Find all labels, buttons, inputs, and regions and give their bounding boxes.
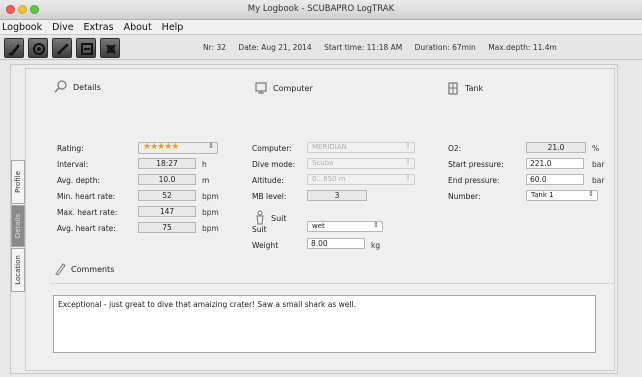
settings-icon	[106, 44, 116, 54]
dive-computer-icon	[33, 43, 45, 55]
avg-depth-unit: m	[202, 176, 210, 185]
updown-icon: ⇕	[405, 174, 411, 182]
end-pressure-unit: bar	[592, 176, 605, 185]
start-pressure-input[interactable]: 221.0	[526, 158, 584, 169]
menu-about[interactable]: About	[124, 22, 152, 33]
o2-unit: %	[592, 144, 600, 153]
dive-max-depth: Max.depth: 11.4m	[488, 43, 557, 52]
download-icon	[81, 43, 93, 55]
app-window: My Logbook - SCUBAPRO LogTRAK Logbook Di…	[0, 0, 642, 377]
weight-label: Weight	[252, 241, 279, 250]
tank-icon	[448, 82, 458, 95]
updown-icon: ⇕	[405, 142, 411, 150]
updown-icon: ⇕	[208, 142, 214, 150]
avg-depth-label: Avg. depth:	[57, 176, 101, 185]
edit-button[interactable]	[52, 38, 72, 58]
updown-icon: ⇕	[373, 221, 379, 229]
details-header: Details	[54, 80, 101, 94]
max-hr-label: Max. heart rate:	[57, 208, 118, 217]
weight-unit: kg	[371, 241, 381, 250]
dive-computer-button[interactable]	[28, 38, 48, 58]
dive-summary: Nr: 32 Date: Aug 21, 2014 Start time: 11…	[203, 43, 567, 52]
comments-textarea[interactable]: Exceptional - just great to dive that am…	[53, 295, 596, 353]
menu-extras[interactable]: Extras	[84, 22, 114, 33]
logbook-icon	[8, 44, 20, 56]
title-bar: My Logbook - SCUBAPRO LogTRAK	[0, 0, 642, 20]
start-pressure-unit: bar	[592, 160, 605, 169]
dive-start-time: Start time: 11:18 AM	[324, 43, 403, 52]
dive-mode-label: Dive mode:	[252, 160, 296, 169]
altitude-select[interactable]: 0...850 m ⇕	[307, 174, 415, 185]
max-hr-field: 147	[138, 206, 196, 217]
max-hr-unit: bpm	[202, 208, 219, 217]
computer-header: Computer	[254, 81, 313, 95]
dive-mode-select[interactable]: Scuba ⇕	[307, 158, 415, 169]
computer-label: Computer:	[252, 144, 292, 153]
suit-label: Suit	[252, 225, 267, 234]
menu-dive[interactable]: Dive	[52, 22, 73, 33]
interval-field: 18:27	[138, 158, 196, 169]
min-hr-field: 52	[138, 190, 196, 201]
start-pressure-label: Start pressure:	[448, 160, 504, 169]
computer-select[interactable]: MERIDIAN ⇕	[307, 142, 415, 153]
mb-level-field: 3	[307, 190, 367, 201]
weight-input[interactable]: 8.00	[307, 238, 365, 249]
toolbar: Nr: 32 Date: Aug 21, 2014 Start time: 11…	[0, 36, 642, 60]
dive-date: Date: Aug 21, 2014	[238, 43, 312, 52]
end-pressure-input[interactable]: 60.0	[526, 174, 584, 185]
logbook-button[interactable]	[4, 38, 24, 58]
mb-level-label: MB level:	[252, 192, 287, 201]
tank-number-label: Number:	[448, 192, 481, 201]
download-button[interactable]	[76, 38, 96, 58]
rating-stars: ★★★★★	[143, 142, 179, 152]
altitude-label: Altitude:	[252, 176, 284, 185]
tab-profile[interactable]: Profile	[11, 160, 25, 204]
updown-icon: ⇕	[405, 158, 411, 166]
o2-label: O2:	[448, 144, 462, 153]
settings-button[interactable]	[100, 38, 120, 58]
tank-header: Tank	[446, 81, 483, 95]
magnifier-icon	[54, 80, 67, 93]
tank-number-select[interactable]: Tank 1 ⇕	[526, 190, 598, 201]
min-hr-unit: bpm	[202, 192, 219, 201]
dive-duration: Duration: 67min	[414, 43, 476, 52]
menu-logbook[interactable]: Logbook	[2, 22, 42, 33]
rating-label: Rating:	[57, 144, 84, 153]
avg-hr-label: Avg. heart rate:	[57, 224, 116, 233]
dive-number: Nr: 32	[203, 43, 227, 52]
min-hr-label: Min. heart rate:	[57, 192, 116, 201]
suit-header: Suit	[254, 210, 287, 226]
computer-icon	[255, 82, 267, 94]
avg-hr-unit: bpm	[202, 224, 219, 233]
avg-hr-field: 75	[138, 222, 196, 233]
rating-select[interactable]: ★★★★★ ⇕	[138, 142, 218, 154]
o2-field: 21.0	[526, 142, 586, 153]
avg-depth-field: 10.0	[138, 174, 196, 185]
window-title: My Logbook - SCUBAPRO LogTRAK	[247, 4, 395, 14]
interval-label: Interval:	[57, 160, 89, 169]
end-pressure-label: End pressure:	[448, 176, 500, 185]
menu-bar: Logbook Dive Extras About Help	[0, 20, 642, 35]
tab-details[interactable]: Details	[11, 205, 25, 247]
edit-icon	[57, 43, 69, 55]
updown-icon: ⇕	[588, 190, 594, 198]
pencil-icon	[55, 263, 66, 276]
interval-unit: h	[202, 160, 207, 169]
comments-header: Comments	[54, 262, 114, 276]
comments-divider	[50, 283, 615, 284]
menu-help[interactable]: Help	[162, 22, 184, 33]
tab-location[interactable]: Location	[11, 248, 25, 292]
suit-select[interactable]: wet ⇕	[307, 221, 383, 232]
suit-icon	[256, 210, 264, 225]
